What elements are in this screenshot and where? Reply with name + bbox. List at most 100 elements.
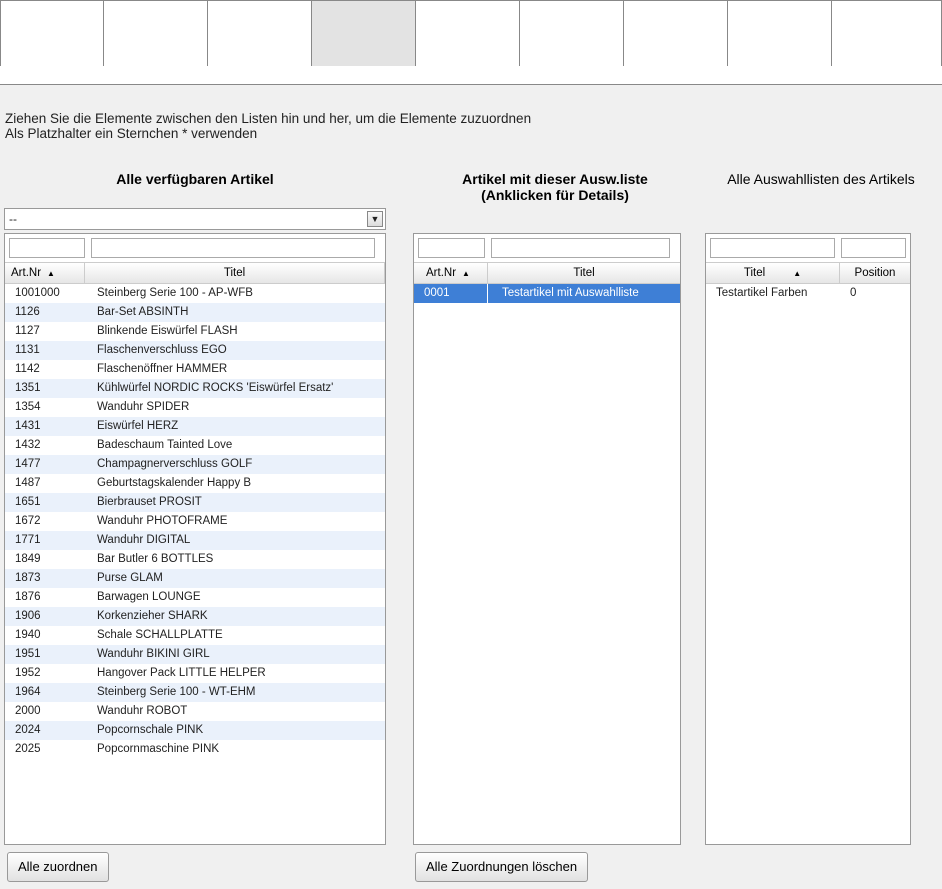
table-row[interactable]: 1873 Purse GLAM [5, 569, 385, 588]
middle-heading: Artikel mit dieser Ausw.liste (Anklicken… [420, 171, 690, 203]
left-cell-nr: 2000 [15, 705, 41, 717]
right-cell-position: 0 [850, 287, 857, 299]
table-row[interactable]: 1354 Wanduhr SPIDER [5, 398, 385, 417]
middle-heading-line-2: (Anklicken für Details) [481, 187, 629, 203]
right-table-header: Titel ▲ Position [706, 262, 910, 284]
tab-1[interactable] [0, 1, 104, 66]
left-cell-titel: Purse GLAM [97, 572, 163, 584]
left-cell-nr: 1127 [15, 325, 40, 337]
table-row[interactable]: 1951 Wanduhr BIKINI GIRL [5, 645, 385, 664]
left-cell-titel: Flaschenöffner HAMMER [97, 363, 228, 375]
right-col-position[interactable]: Position [840, 263, 910, 284]
assign-all-button[interactable]: Alle zuordnen [7, 852, 109, 882]
tab-4-active[interactable] [312, 1, 416, 66]
left-cell-titel: Kühlwürfel NORDIC ROCKS 'Eiswürfel Ersat… [97, 382, 334, 394]
left-cell-titel: Blinkende Eiswürfel FLASH [97, 325, 238, 337]
table-row[interactable]: 1432 Badeschaum Tainted Love [5, 436, 385, 455]
middle-col-artnr-label: Art.Nr [426, 267, 457, 279]
left-cell-nr: 1771 [15, 534, 41, 546]
left-cell-nr: 1351 [15, 382, 41, 394]
left-cell-titel: Wanduhr ROBOT [97, 705, 188, 717]
table-row[interactable]: 1771 Wanduhr DIGITAL [5, 531, 385, 550]
tab-3[interactable] [208, 1, 312, 66]
right-col-titel[interactable]: Titel ▲ [706, 263, 840, 284]
table-row[interactable]: 1672 Wanduhr PHOTOFRAME [5, 512, 385, 531]
right-table-body: Testartikel Farben 0 [706, 284, 910, 303]
table-row[interactable]: 2000 Wanduhr ROBOT [5, 702, 385, 721]
left-cell-titel: Korkenzieher SHARK [97, 610, 208, 622]
left-cell-titel: Bar-Set ABSINTH [97, 306, 189, 318]
sort-asc-icon: ▲ [462, 269, 470, 278]
left-cell-titel: Steinberg Serie 100 - AP-WFB [97, 287, 253, 299]
left-cell-titel: Hangover Pack LITTLE HELPER [97, 667, 266, 679]
tab-7[interactable] [624, 1, 728, 66]
middle-heading-line-1: Artikel mit dieser Ausw.liste [462, 171, 648, 187]
left-filter-titel-input[interactable] [91, 238, 375, 258]
clear-assignments-button[interactable]: Alle Zuordnungen löschen [415, 852, 589, 882]
table-row[interactable]: 1651 Bierbrauset PROSIT [5, 493, 385, 512]
right-filter-row [706, 234, 910, 262]
right-heading: Alle Auswahllisten des Artikels [727, 171, 915, 187]
tab-9[interactable] [832, 1, 942, 66]
table-row[interactable]: 2025 Popcornmaschine PINK [5, 740, 385, 759]
left-cell-nr: 1477 [15, 458, 41, 470]
tab-8[interactable] [728, 1, 832, 66]
left-col-titel[interactable]: Titel [85, 263, 385, 284]
table-row[interactable]: 1964 Steinberg Serie 100 - WT-EHM [5, 683, 385, 702]
middle-filter-artnr-input[interactable] [418, 238, 486, 258]
left-cell-nr: 1142 [15, 363, 40, 375]
right-filter-titel-input[interactable] [710, 238, 835, 258]
table-row[interactable]: 0001 Testartikel mit Auswahlliste [414, 284, 680, 303]
assignment-panel: Ziehen Sie die Elemente zwischen den Lis… [0, 85, 942, 889]
middle-cell-titel: Testartikel mit Auswahlliste [502, 287, 639, 299]
middle-col-artnr[interactable]: Art.Nr ▲ [414, 263, 488, 284]
tab-5[interactable] [416, 1, 520, 66]
instruction-line-2: Als Platzhalter ein Sternchen * verwende… [5, 126, 258, 141]
left-cell-titel: Bierbrauset PROSIT [97, 496, 202, 508]
table-row[interactable]: 1131 Flaschenverschluss EGO [5, 341, 385, 360]
table-row[interactable]: 1351 Kühlwürfel NORDIC ROCKS 'Eiswürfel E… [5, 379, 385, 398]
left-cell-nr: 1906 [15, 610, 41, 622]
left-cell-nr: 1131 [15, 344, 40, 356]
category-select-value: -- [9, 212, 17, 226]
table-row[interactable]: 1477 Champagnerverschluss GOLF [5, 455, 385, 474]
table-row[interactable]: 1876 Barwagen LOUNGE [5, 588, 385, 607]
left-heading: Alle verfügbaren Artikel [116, 171, 274, 187]
left-cell-titel: Schale SCHALLPLATTE [97, 629, 223, 641]
left-cell-nr: 1952 [15, 667, 41, 679]
category-select[interactable]: -- ▼ [4, 208, 386, 230]
right-filter-position-input[interactable] [840, 238, 906, 258]
left-cell-nr: 1940 [15, 629, 41, 641]
table-row[interactable]: 1142 Flaschenöffner HAMMER [5, 360, 385, 379]
middle-col-titel[interactable]: Titel [488, 263, 680, 284]
left-col-artnr[interactable]: Art.Nr ▲ [5, 263, 85, 284]
left-table-header: Art.Nr ▲ Titel [5, 262, 385, 284]
left-cell-nr: 1849 [15, 553, 41, 565]
table-row[interactable]: 1001000 Steinberg Serie 100 - AP-WFB [5, 284, 385, 303]
table-row[interactable]: 1127 Blinkende Eiswürfel FLASH [5, 322, 385, 341]
left-cell-titel: Geburtstagskalender Happy B [97, 477, 252, 489]
right-col-titel-label: Titel [743, 267, 766, 279]
sort-asc-icon: ▲ [47, 269, 55, 278]
table-row[interactable]: 1849 Bar Butler 6 BOTTLES [5, 550, 385, 569]
table-row[interactable]: Testartikel Farben 0 [706, 284, 910, 303]
left-cell-titel: Wanduhr SPIDER [97, 401, 190, 413]
table-row[interactable]: 1126 Bar-Set ABSINTH [5, 303, 385, 322]
tab-6[interactable] [520, 1, 624, 66]
left-filter-artnr-input[interactable] [9, 238, 85, 258]
tab-strip [0, 0, 942, 66]
table-row[interactable]: 1487 Geburtstagskalender Happy B [5, 474, 385, 493]
left-table-body: 1001000 Steinberg Serie 100 - AP-WFB 1126 B… [5, 284, 385, 759]
middle-filter-titel-input[interactable] [491, 238, 670, 258]
table-row[interactable]: 1431 Eiswürfel HERZ [5, 417, 385, 436]
right-cell-titel: Testartikel Farben [716, 287, 808, 299]
left-cell-nr: 1001000 [15, 287, 60, 299]
table-row[interactable]: 1906 Korkenzieher SHARK [5, 607, 385, 626]
chevron-down-icon[interactable]: ▼ [367, 211, 383, 227]
table-row[interactable]: 1952 Hangover Pack LITTLE HELPER [5, 664, 385, 683]
tab-2[interactable] [104, 1, 208, 66]
table-row[interactable]: 1940 Schale SCHALLPLATTE [5, 626, 385, 645]
left-cell-nr: 1951 [15, 648, 41, 660]
left-cell-titel: Popcornschale PINK [97, 724, 204, 736]
table-row[interactable]: 2024 Popcornschale PINK [5, 721, 385, 740]
